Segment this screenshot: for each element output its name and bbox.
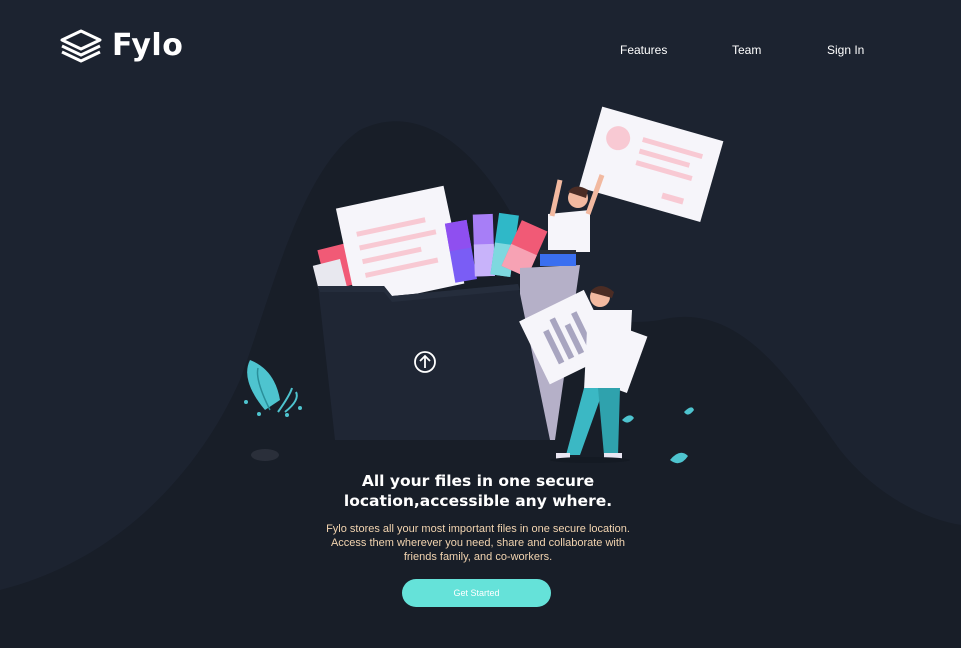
get-started-button[interactable]: Get Started xyxy=(402,579,551,607)
hero-headline: All your files in one secure location,ac… xyxy=(343,472,613,510)
nav-sign-in[interactable]: Sign In xyxy=(827,43,864,57)
brand-logo[interactable]: Fylo xyxy=(60,28,183,63)
nav-features[interactable]: Features xyxy=(620,43,667,57)
brand-name: Fylo xyxy=(112,28,184,63)
stacked-layers-icon xyxy=(60,29,102,62)
hero-description: Fylo stores all your most important file… xyxy=(326,523,630,563)
nav-team[interactable]: Team xyxy=(732,43,761,57)
page-bottom-edge xyxy=(0,648,961,652)
landing-page: Fylo Features Team Sign In All your file… xyxy=(0,0,961,652)
folder-shape xyxy=(318,284,550,440)
